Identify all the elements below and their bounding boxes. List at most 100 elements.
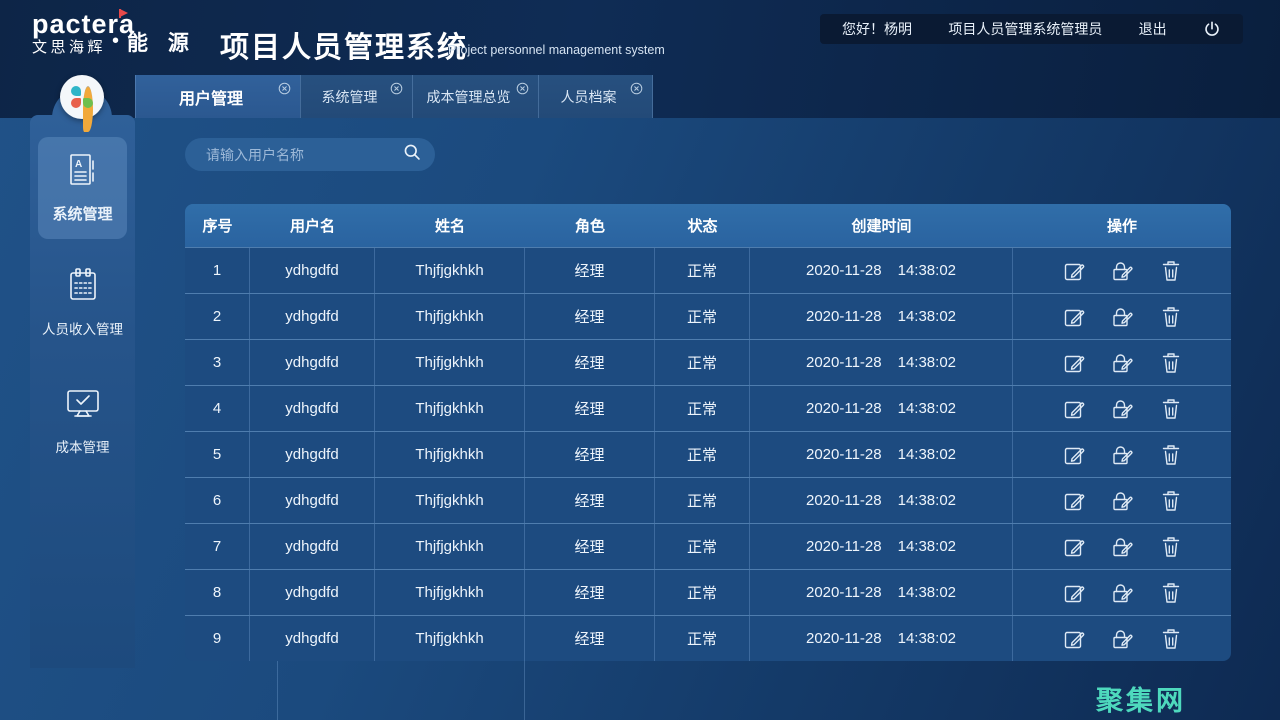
cell-role: 经理 — [525, 340, 655, 385]
cell-date: 2020-11-28 — [806, 630, 882, 647]
close-icon[interactable] — [630, 82, 643, 95]
table-row: 2 ydhgdfd Thjfjgkhkh 经理 正常 2020-11-28 14… — [185, 293, 1231, 339]
edit-icon[interactable] — [1063, 352, 1085, 374]
cell-created-time: 2020-11-28 14:38:02 — [750, 616, 1013, 661]
edit-icon[interactable] — [1063, 536, 1085, 558]
table-row: 3 ydhgdfd Thjfjgkhkh 经理 正常 2020-11-28 14… — [185, 339, 1231, 385]
edit-permission-icon[interactable] — [1111, 628, 1135, 650]
cell-clock: 14:38:02 — [898, 584, 956, 601]
user-table: 序号用户名姓名角色状态创建时间操作 1 ydhgdfd Thjfjgkhkh 经… — [185, 204, 1231, 661]
edit-icon[interactable] — [1063, 260, 1085, 282]
power-icon[interactable] — [1203, 20, 1221, 38]
edit-permission-icon[interactable] — [1111, 444, 1135, 466]
cell-status: 正常 — [655, 432, 750, 477]
delete-icon[interactable] — [1161, 443, 1181, 466]
cell-name: Thjfjgkhkh — [375, 432, 525, 477]
clipboard-icon — [67, 267, 99, 308]
user-bar: 您好！杨明 项目人员管理系统管理员 退出 — [820, 14, 1243, 44]
delete-icon[interactable] — [1161, 581, 1181, 604]
delete-icon[interactable] — [1161, 305, 1181, 328]
cell-role: 经理 — [525, 386, 655, 431]
search-input[interactable] — [204, 146, 403, 164]
table-row: 8 ydhgdfd Thjfjgkhkh 经理 正常 2020-11-28 14… — [185, 569, 1231, 615]
search-box[interactable] — [185, 138, 435, 171]
close-icon[interactable] — [516, 82, 529, 95]
edit-icon[interactable] — [1063, 398, 1085, 420]
close-icon[interactable] — [278, 82, 291, 95]
edit-icon[interactable] — [1063, 582, 1085, 604]
cell-name: Thjfjgkhkh — [375, 386, 525, 431]
edit-permission-icon[interactable] — [1111, 490, 1135, 512]
tab-1[interactable]: 用户管理 — [135, 75, 300, 118]
cell-name: Thjfjgkhkh — [375, 616, 525, 661]
table-header-cell: 角色 — [525, 204, 655, 247]
edit-permission-icon[interactable] — [1111, 398, 1135, 420]
sidebar-item-2[interactable]: 人员收入管理 — [38, 267, 127, 338]
tab-4[interactable]: 人员档案 — [538, 75, 653, 118]
logout-button[interactable]: 退出 — [1139, 19, 1167, 39]
app-launcher-flower-icon[interactable] — [60, 75, 104, 119]
edit-permission-icon[interactable] — [1111, 306, 1135, 328]
table-row: 7 ydhgdfd Thjfjgkhkh 经理 正常 2020-11-28 14… — [185, 523, 1231, 569]
cell-username: ydhgdfd — [250, 432, 375, 477]
edit-permission-icon[interactable] — [1111, 352, 1135, 374]
cell-status: 正常 — [655, 616, 750, 661]
cell-actions — [1013, 248, 1231, 293]
table-header-cell: 姓名 — [375, 204, 525, 247]
logo-divider-dot: • — [112, 30, 119, 53]
watermark: 聚集网 — [1096, 679, 1186, 718]
edit-icon[interactable] — [1063, 490, 1085, 512]
cell-status: 正常 — [655, 340, 750, 385]
cell-status: 正常 — [655, 294, 750, 339]
delete-icon[interactable] — [1161, 351, 1181, 374]
cell-clock: 14:38:02 — [898, 630, 956, 647]
table-header-row: 序号用户名姓名角色状态创建时间操作 — [185, 204, 1231, 247]
delete-icon[interactable] — [1161, 397, 1181, 420]
edit-permission-icon[interactable] — [1111, 260, 1135, 282]
table-header-cell: 用户名 — [250, 204, 375, 247]
delete-icon[interactable] — [1161, 489, 1181, 512]
tab-label: 人员档案 — [561, 87, 617, 107]
edit-icon[interactable] — [1063, 628, 1085, 650]
cell-seq: 8 — [185, 570, 250, 615]
cell-seq: 7 — [185, 524, 250, 569]
table-row: 4 ydhgdfd Thjfjgkhkh 经理 正常 2020-11-28 14… — [185, 385, 1231, 431]
cell-name: Thjfjgkhkh — [375, 248, 525, 293]
edit-permission-icon[interactable] — [1111, 582, 1135, 604]
table-body: 1 ydhgdfd Thjfjgkhkh 经理 正常 2020-11-28 14… — [185, 247, 1231, 661]
sidebar-item-1[interactable]: A 系统管理 — [38, 137, 127, 239]
sidebar-item-label: 人员收入管理 — [42, 318, 123, 338]
cell-seq: 3 — [185, 340, 250, 385]
cell-clock: 14:38:02 — [898, 400, 956, 417]
delete-icon[interactable] — [1161, 627, 1181, 650]
cell-clock: 14:38:02 — [898, 492, 956, 509]
cell-date: 2020-11-28 — [806, 308, 882, 325]
cell-status: 正常 — [655, 524, 750, 569]
cell-role: 经理 — [525, 616, 655, 661]
search-icon[interactable] — [403, 143, 421, 166]
edit-permission-icon[interactable] — [1111, 536, 1135, 558]
cell-clock: 14:38:02 — [898, 354, 956, 371]
cell-actions — [1013, 478, 1231, 523]
sidebar-item-3[interactable]: 成本管理 — [38, 387, 127, 456]
close-icon[interactable] — [390, 82, 403, 95]
cell-created-time: 2020-11-28 14:38:02 — [750, 386, 1013, 431]
svg-text:A: A — [75, 159, 82, 170]
cell-status: 正常 — [655, 570, 750, 615]
cell-created-time: 2020-11-28 14:38:02 — [750, 294, 1013, 339]
tab-2[interactable]: 系统管理 — [300, 75, 412, 118]
cell-actions — [1013, 294, 1231, 339]
sidebar-item-label: 系统管理 — [52, 203, 112, 224]
cell-name: Thjfjgkhkh — [375, 524, 525, 569]
cell-username: ydhgdfd — [250, 616, 375, 661]
delete-icon[interactable] — [1161, 259, 1181, 282]
cell-date: 2020-11-28 — [806, 492, 882, 509]
edit-icon[interactable] — [1063, 306, 1085, 328]
edit-icon[interactable] — [1063, 444, 1085, 466]
user-role: 项目人员管理系统管理员 — [948, 19, 1102, 39]
brand-logo-chinese: 文思海辉 — [32, 38, 135, 58]
tab-3[interactable]: 成本管理总览 — [412, 75, 538, 118]
delete-icon[interactable] — [1161, 535, 1181, 558]
cell-date: 2020-11-28 — [806, 400, 882, 417]
cell-status: 正常 — [655, 478, 750, 523]
